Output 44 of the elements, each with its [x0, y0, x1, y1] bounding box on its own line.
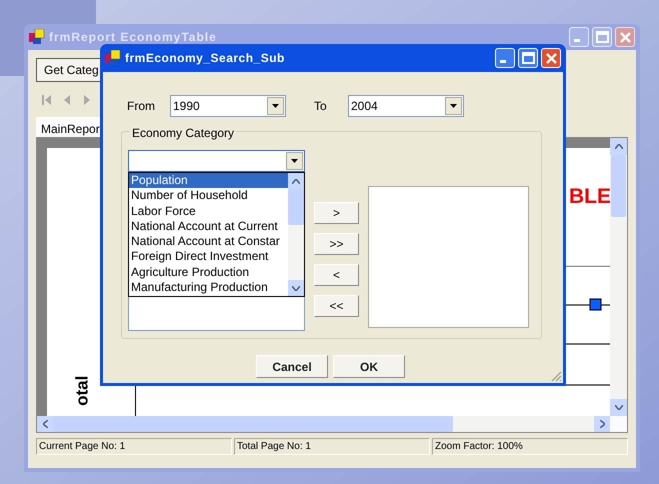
- move-button[interactable]: <: [314, 264, 359, 286]
- vertical-scrollbar[interactable]: [610, 138, 627, 416]
- list-option[interactable]: National Account at Constar: [129, 234, 288, 250]
- resize-grip-icon: [550, 370, 562, 382]
- app-icon: [105, 50, 121, 66]
- move-button[interactable]: <<: [314, 295, 359, 317]
- scroll-thumb[interactable]: [288, 189, 304, 225]
- combo-value: 2004: [350, 98, 379, 115]
- window-title: frmReport EconomyTable: [49, 29, 218, 46]
- list-option[interactable]: Manufacturing Production: [129, 280, 288, 296]
- to-year-combo[interactable]: 2004: [348, 95, 464, 117]
- app-icon: [29, 29, 45, 45]
- list-option[interactable]: Number of Household: [129, 188, 288, 204]
- list-option[interactable]: Agriculture Production: [129, 264, 288, 280]
- report-title: BLE: [569, 184, 610, 210]
- move-button[interactable]: >: [314, 202, 359, 224]
- dialog-button[interactable]: OK: [333, 355, 405, 378]
- category-combo[interactable]: [128, 150, 305, 172]
- field-label: To: [314, 98, 328, 115]
- dropdown-list[interactable]: Population Number of Household Labor Force National Account at Current National Account at Constar Foreign Direct Investment Agriculture Production Manufacturing Production: [128, 172, 305, 297]
- list-option[interactable]: Labor Force: [129, 204, 288, 219]
- status-panel: Zoom Factor: 100%: [432, 438, 628, 455]
- list-option[interactable]: Foreign Direct Investment: [129, 249, 288, 265]
- scroll-left-button[interactable]: [37, 416, 53, 432]
- status-panel: Current Page No: 1: [36, 438, 232, 455]
- scroll-up-button[interactable]: [610, 138, 627, 155]
- scroll-up-button[interactable]: [288, 173, 304, 189]
- axis-label: otal: [71, 376, 92, 406]
- list-option[interactable]: National Account at Current: [129, 218, 288, 234]
- field-label: From: [127, 98, 156, 115]
- scroll-thumb[interactable]: [53, 416, 453, 432]
- from-year-combo[interactable]: 1990: [170, 95, 286, 117]
- horizontal-scrollbar[interactable]: [37, 416, 610, 432]
- list-option[interactable]: Population: [129, 173, 288, 188]
- status-panel: Total Page No: 1: [234, 438, 430, 455]
- vertical-scrollbar[interactable]: [288, 173, 304, 296]
- selected-list-box[interactable]: [368, 186, 529, 328]
- scroll-thumb[interactable]: [611, 155, 626, 217]
- move-button[interactable]: >>: [314, 233, 359, 255]
- dialog-button[interactable]: Cancel: [256, 355, 328, 378]
- scroll-down-button[interactable]: [288, 280, 304, 296]
- scroll-down-button[interactable]: [610, 399, 627, 416]
- scroll-right-button[interactable]: [594, 416, 610, 432]
- combo-value: 1990: [172, 98, 201, 115]
